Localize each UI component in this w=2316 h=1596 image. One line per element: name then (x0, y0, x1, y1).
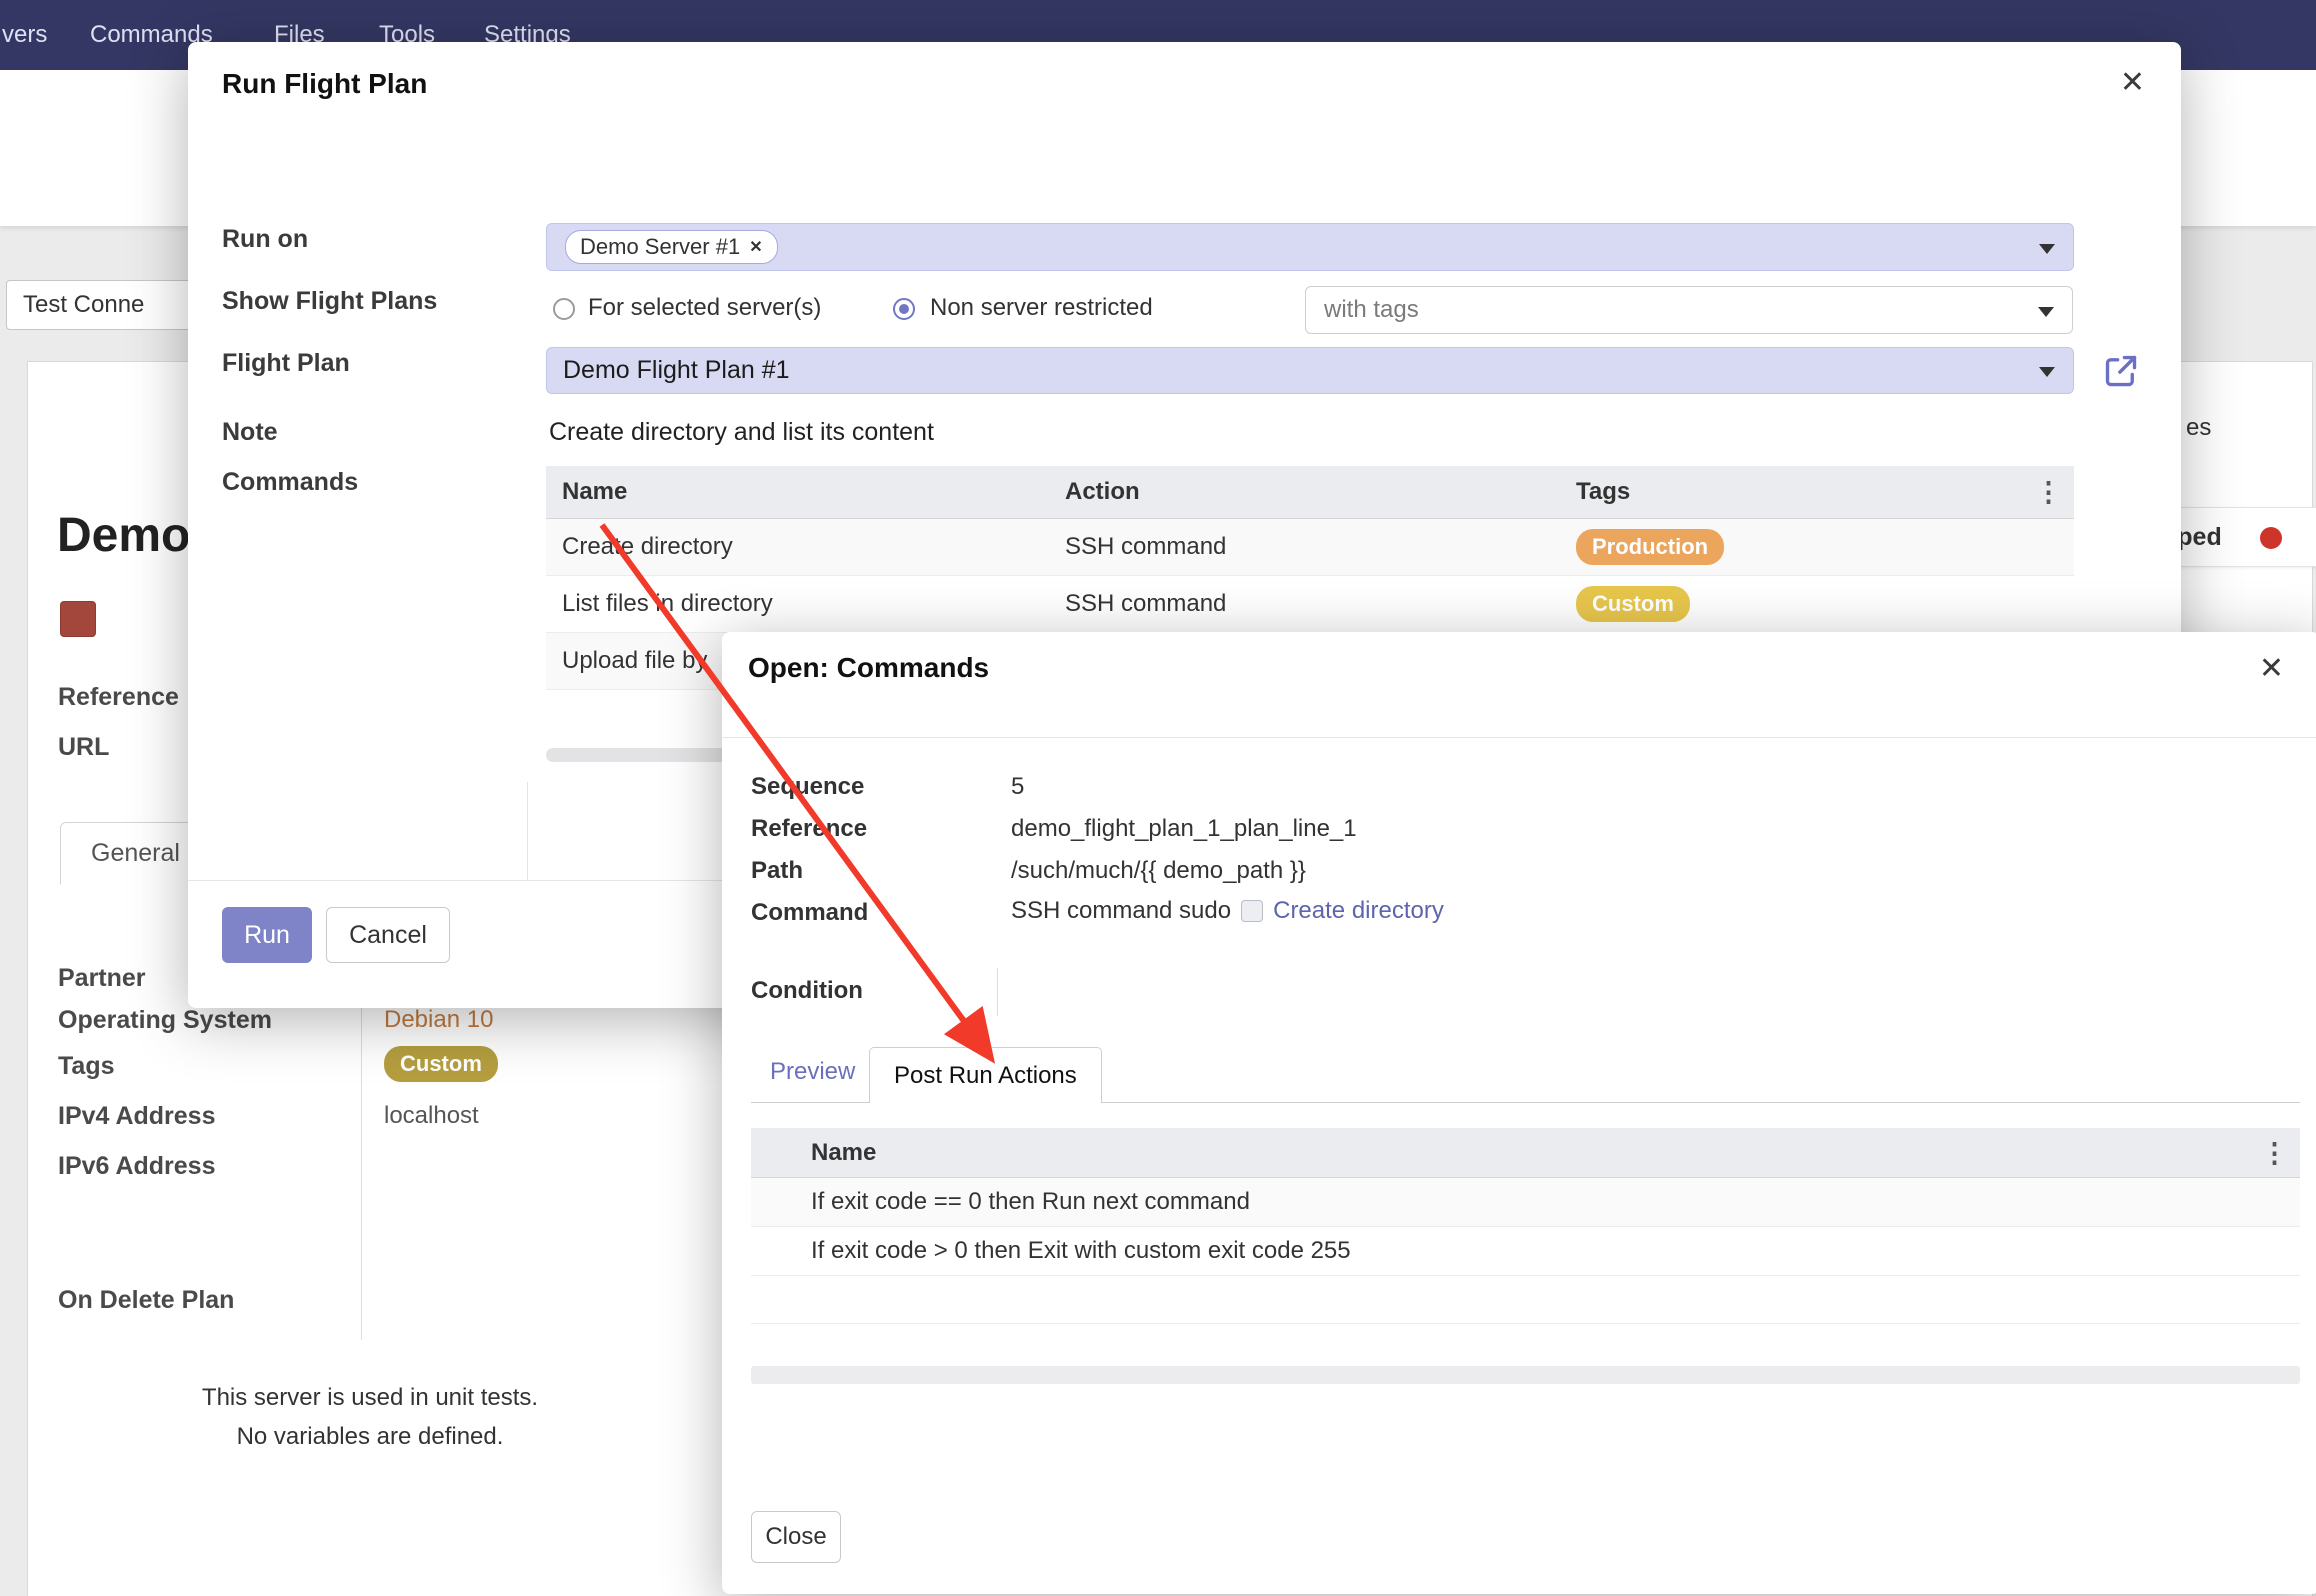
ipv4-value: localhost (384, 1102, 479, 1130)
modal-header-divider (722, 737, 2316, 738)
run-on-label: Run on (222, 225, 308, 254)
reference-field-value: demo_flight_plan_1_plan_line_1 (1011, 815, 1357, 843)
run-modal-title: Run Flight Plan (222, 68, 427, 100)
test-connection-button[interactable]: Test Conne (6, 280, 206, 330)
info-column-divider (361, 965, 362, 1340)
radio-selected-servers-label[interactable]: For selected server(s) (588, 294, 821, 322)
os-value[interactable]: Debian 10 (384, 1006, 493, 1034)
remove-tag-icon[interactable]: ✕ (749, 237, 762, 257)
sequence-label: Sequence (751, 773, 864, 801)
note-value: Create directory and list its content (549, 418, 934, 447)
create-directory-link[interactable]: Create directory (1273, 897, 1444, 925)
checkbox[interactable] (1241, 900, 1263, 922)
dropdown-caret-icon (2039, 367, 2055, 377)
tags-value-badge[interactable]: Custom (384, 1046, 498, 1082)
on-delete-plan-label: On Delete Plan (58, 1286, 234, 1315)
close-icon[interactable]: ✕ (2259, 654, 2284, 684)
tags-label: Tags (58, 1052, 115, 1081)
page-title: Demo (57, 508, 190, 563)
column-header-tags[interactable]: Tags (1576, 478, 2074, 506)
show-flight-plans-label: Show Flight Plans (222, 287, 437, 316)
close-button[interactable]: Close (751, 1511, 841, 1563)
radio-non-server-label[interactable]: Non server restricted (930, 294, 1153, 322)
partner-label: Partner (58, 964, 146, 993)
commands-modal-title: Open: Commands (748, 652, 989, 684)
sheet-left-divider (527, 782, 528, 880)
flight-plan-value: Demo Flight Plan #1 (563, 356, 790, 384)
condition-divider (997, 968, 998, 1016)
ipv4-label: IPv4 Address (58, 1102, 215, 1131)
horizontal-scrollbar[interactable] (751, 1366, 2300, 1384)
reference-label: Reference (58, 683, 179, 712)
server-tag-label: Demo Server #1 (580, 234, 740, 260)
tag-badge: Production (1576, 529, 1724, 565)
ipv6-label: IPv6 Address (58, 1152, 215, 1181)
column-header-name[interactable]: Name (751, 1139, 876, 1167)
radio-selected-servers[interactable] (553, 298, 575, 320)
kebab-menu-icon[interactable]: ⋮ (2261, 1140, 2288, 1167)
command-label: Command (751, 899, 868, 927)
flight-plan-select[interactable]: Demo Flight Plan #1 (546, 347, 2074, 394)
sequence-value: 5 (1011, 773, 1024, 801)
with-tags-value: with tags (1324, 296, 1419, 323)
server-tag[interactable]: Demo Server #1 ✕ (565, 230, 778, 264)
reference-field-label: Reference (751, 815, 867, 843)
external-link-icon[interactable] (2103, 353, 2139, 396)
column-header-action[interactable]: Action (1065, 478, 1576, 506)
table-row[interactable]: If exit code == 0 then Run next command (751, 1178, 2300, 1227)
cancel-button[interactable]: Cancel (326, 907, 450, 963)
dropdown-caret-icon (2039, 244, 2055, 254)
unit-test-note-line2: No variables are defined. (120, 1423, 620, 1451)
close-icon[interactable]: ✕ (2120, 68, 2145, 98)
run-on-select[interactable]: Demo Server #1 ✕ (546, 223, 2074, 271)
table-row[interactable]: List files in directory SSH command Cust… (546, 576, 2074, 633)
flight-plan-label: Flight Plan (222, 349, 350, 378)
run-button[interactable]: Run (222, 907, 312, 963)
column-header-name[interactable]: Name (546, 478, 1065, 506)
open-commands-modal: Open: Commands ✕ Sequence 5 Reference de… (722, 632, 2316, 1594)
nav-item-servers[interactable]: vers (2, 0, 47, 70)
os-label: Operating System (58, 1006, 272, 1035)
kebab-menu-icon[interactable]: ⋮ (2035, 479, 2062, 506)
cell-name: List files in directory (546, 590, 1065, 618)
note-label: Note (222, 418, 278, 447)
screen: vers Commands Files Tools Settings Test … (0, 0, 2316, 1596)
path-value: /such/much/{{ demo_path }} (1011, 857, 1306, 885)
smart-button-partial[interactable]: es (2186, 414, 2211, 442)
path-label: Path (751, 857, 803, 885)
tag-badge: Custom (1576, 586, 1690, 622)
cell-action: SSH command (1065, 533, 1576, 561)
with-tags-select[interactable]: with tags (1305, 286, 2073, 334)
cell-action: SSH command (1065, 590, 1576, 618)
empty-row (751, 1276, 2300, 1324)
dropdown-caret-icon (2038, 307, 2054, 317)
color-swatch[interactable] (60, 601, 96, 637)
cell-name: Create directory (546, 533, 1065, 561)
post-run-actions-table: Name ⋮ If exit code == 0 then Run next c… (751, 1128, 2300, 1324)
table-row[interactable]: If exit code > 0 then Exit with custom e… (751, 1227, 2300, 1276)
url-label: URL (58, 733, 109, 762)
status-dot-icon (2260, 527, 2282, 549)
condition-label: Condition (751, 977, 863, 1005)
commands-label: Commands (222, 468, 358, 497)
unit-test-note-line1: This server is used in unit tests. (120, 1384, 620, 1412)
table-row[interactable]: Create directory SSH command Production (546, 519, 2074, 576)
command-value: SSH command sudo (1011, 897, 1231, 925)
tab-post-run-actions[interactable]: Post Run Actions (869, 1047, 1102, 1103)
tab-preview[interactable]: Preview (770, 1058, 855, 1086)
radio-non-server-restricted[interactable] (893, 298, 915, 320)
